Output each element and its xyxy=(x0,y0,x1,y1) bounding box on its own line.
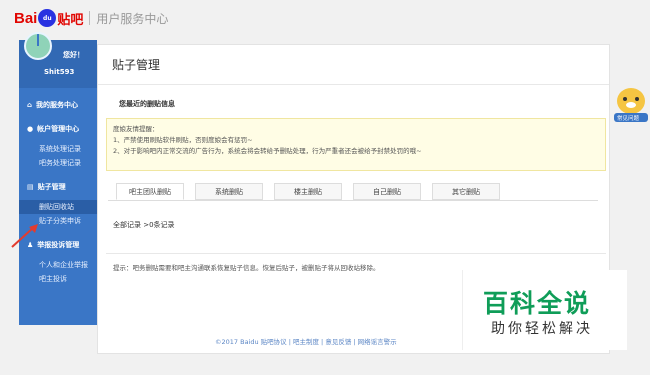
logo-divider xyxy=(89,11,91,25)
record-count: 全部记录 >0条记录 xyxy=(113,221,175,229)
logo-tieba-text: 贴吧 xyxy=(57,12,84,28)
notice-box: 度娘友情提醒： 1、严禁使用刷贴软件刷贴，否则度娘会有惩罚~ 2、对于影响吧内正… xyxy=(106,118,606,171)
footer-links[interactable]: ©2017 Baidu 贴吧协议 | 吧主制度 | 意见反馈 | 网络谣言警示 xyxy=(215,336,397,346)
greeting: 您好！ xyxy=(63,51,84,59)
sidebar-item-personal-reports[interactable]: 个人和企业举报 xyxy=(19,258,97,272)
sidebar-item-admin-records[interactable]: 吧务处理记录 xyxy=(19,156,97,170)
post-icon: ▤ xyxy=(27,183,34,191)
notice-line-2: 2、对于影响吧内正常交流的广告行为，系统会将会转给予删贴处理，行为严重者还会被给… xyxy=(113,147,422,155)
watermark: 百科全说 助你轻松解决 xyxy=(462,270,627,350)
sidebar-section-label: 贴子管理 xyxy=(37,183,66,191)
tab-op-deleted[interactable]: 楼主删贴 xyxy=(274,183,342,200)
tab-self-deleted[interactable]: 自己删贴 xyxy=(353,183,421,200)
tip-text: 提示：吧务删贴需要和吧主沟通联系恢复贴子信息。恢复后贴子，被删贴子将从回收站移除… xyxy=(113,264,380,272)
username[interactable]: Shit593 xyxy=(44,68,74,76)
tab-team-deleted[interactable]: 吧主团队删贴 xyxy=(116,183,184,200)
tip-divider xyxy=(106,253,606,254)
watermark-title: 百科全说 xyxy=(483,289,592,318)
logo-bai-text: Bai xyxy=(14,9,38,27)
sidebar-section-label: 我的服务中心 xyxy=(36,101,79,109)
sidebar-item-owner-complaint[interactable]: 吧主投诉 xyxy=(19,272,97,286)
tab-bar: 吧主团队删贴 系统删贴 楼主删贴 自己删贴 其它删贴 xyxy=(116,183,511,200)
tab-divider xyxy=(108,200,598,201)
baidu-paw-icon: du xyxy=(38,9,57,27)
sidebar-section-reports[interactable]: ♟ 举报投诉管理 xyxy=(19,238,97,252)
tab-system-deleted[interactable]: 系统删贴 xyxy=(195,183,263,200)
sidebar-section-service-center[interactable]: ⌂ 我的服务中心 xyxy=(19,98,97,112)
baidu-tieba-logo[interactable]: Bai du 贴吧 用户服务中心 xyxy=(14,6,168,30)
user-icon: ● xyxy=(27,125,34,133)
sidebar-section-account[interactable]: ● 帐户管理中心 xyxy=(19,122,97,136)
notice-heading: 度娘友情提醒： xyxy=(113,125,159,133)
page-title: 贴子管理 xyxy=(98,45,609,85)
users-icon: ♟ xyxy=(27,241,34,249)
user-card: 您好！ Shit593 xyxy=(19,32,97,88)
notice-line-1: 1、严禁使用刷贴软件刷贴，否则度娘会有惩罚~ xyxy=(113,136,253,144)
watermark-subtitle: 助你轻松解决 xyxy=(491,321,593,337)
sidebar-item-system-records[interactable]: 系统处理记录 xyxy=(19,142,97,156)
sidebar-item-post-appeal[interactable]: 贴子分类申诉 xyxy=(19,214,97,228)
sidebar-item-recycle-bin[interactable]: 删贴回收站 xyxy=(19,200,97,214)
tab-other-deleted[interactable]: 其它删贴 xyxy=(432,183,500,200)
section-title: 您最近的删贴信息 xyxy=(119,100,175,108)
sidebar-section-label: 举报投诉管理 xyxy=(37,241,80,249)
site-subtitle: 用户服务中心 xyxy=(96,11,169,26)
avatar[interactable] xyxy=(24,32,52,60)
sidebar: 您好！ Shit593 ⌂ 我的服务中心 ● 帐户管理中心 系统处理记录 吧务处… xyxy=(19,32,97,325)
home-icon: ⌂ xyxy=(27,101,33,109)
sidebar-section-posts[interactable]: ▤ 贴子管理 xyxy=(19,180,97,194)
sidebar-section-label: 帐户管理中心 xyxy=(37,125,80,133)
mascot-label: 常见问题 xyxy=(617,116,640,122)
